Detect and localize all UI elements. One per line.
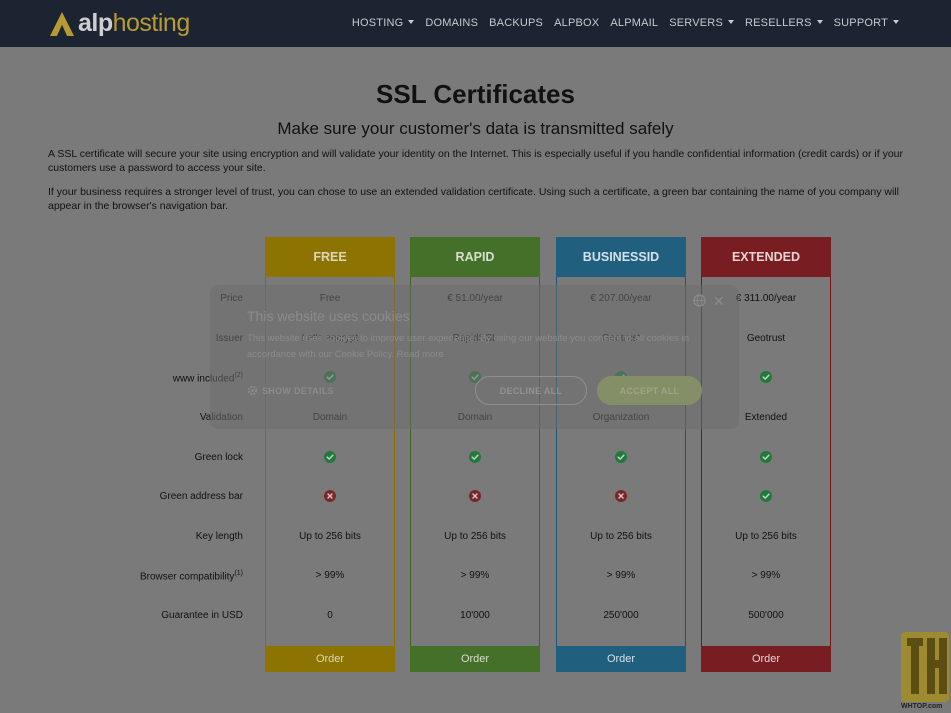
cookie-text: This website uses cookies to improve use… bbox=[247, 331, 697, 363]
cookie-banner: This website uses cookies This website u… bbox=[210, 285, 739, 429]
nav-item-hosting[interactable]: HOSTING bbox=[352, 17, 415, 29]
cookie-title: This website uses cookies bbox=[247, 308, 410, 324]
row-label-text: Guarantee in USD bbox=[161, 610, 243, 621]
badge-text: WHTOP.com bbox=[901, 703, 943, 710]
check-icon bbox=[760, 451, 772, 463]
caret-down-icon bbox=[408, 20, 415, 24]
row-label: Green address bar bbox=[160, 491, 243, 502]
show-details-label: SHOW DETAILS bbox=[262, 385, 334, 396]
language-globe-icon[interactable] bbox=[693, 294, 706, 307]
nav-item-label: RESELLERS bbox=[745, 17, 812, 29]
table-cell-icon bbox=[410, 451, 540, 466]
logo-mark-icon bbox=[50, 11, 74, 36]
show-details-button[interactable]: SHOW DETAILS bbox=[247, 385, 334, 396]
logo-text: alphosting bbox=[78, 9, 190, 38]
logo[interactable]: alphosting bbox=[48, 9, 190, 38]
nav-item-servers[interactable]: SERVERS bbox=[669, 17, 734, 29]
page-title: SSL Certificates bbox=[376, 79, 575, 109]
plan-name: BUSINESSID bbox=[556, 237, 686, 277]
table-cell: 10'000 bbox=[460, 610, 490, 621]
nav-item-backups[interactable]: BACKUPS bbox=[489, 17, 543, 29]
row-label: Green lock bbox=[195, 452, 243, 463]
table-cell-icon bbox=[410, 490, 540, 505]
check-icon bbox=[615, 451, 627, 463]
whtop-badge-icon bbox=[901, 632, 949, 702]
nav-item-label: SUPPORT bbox=[833, 17, 888, 29]
nav-item-label: DOMAINS bbox=[425, 17, 479, 29]
nav-item-label: BACKUPS bbox=[489, 17, 544, 29]
close-icon[interactable]: ✕ bbox=[713, 293, 725, 310]
accept-all-button[interactable]: ACCEPT ALL bbox=[597, 376, 702, 405]
table-cell: Up to 256 bits bbox=[590, 531, 652, 542]
table-cell: 0 bbox=[327, 610, 333, 621]
intro-paragraph-2: If your business requires a stronger lev… bbox=[48, 186, 899, 212]
plan-name: FREE bbox=[265, 237, 395, 277]
top-navbar: alphosting HOSTING DOMAINS BACKUPS ALPBOX AL… bbox=[0, 0, 951, 47]
logo-secondary-text: hosting bbox=[112, 9, 191, 37]
check-icon bbox=[760, 371, 772, 383]
table-cell: Up to 256 bits bbox=[444, 531, 506, 542]
cookie-message: This website uses cookies to improve use… bbox=[247, 333, 689, 360]
table-cell: Up to 256 bits bbox=[735, 531, 797, 542]
nav-item-label: HOSTING bbox=[351, 17, 404, 29]
row-label-text: Green address bar bbox=[159, 491, 243, 502]
row-label-text: Browser compatibility bbox=[139, 571, 235, 583]
cross-icon bbox=[615, 490, 627, 502]
intro-paragraph-1: A SSL certificate will secure your site … bbox=[48, 148, 904, 174]
row-label: Browser compatibility(1) bbox=[140, 570, 243, 582]
nav-item-support[interactable]: SUPPORT bbox=[834, 17, 899, 29]
gear-icon bbox=[247, 385, 258, 396]
nav-item-label: ALPMAIL bbox=[610, 17, 659, 29]
nav-item-resellers[interactable]: RESELLERS bbox=[745, 17, 823, 29]
nav-item-label: ALPBOX bbox=[554, 17, 600, 29]
plan-name: EXTENDED bbox=[701, 237, 831, 277]
order-button[interactable]: Order bbox=[265, 646, 395, 672]
cross-icon bbox=[469, 490, 481, 502]
page-subtitle: Make sure your customer's data is transm… bbox=[277, 119, 674, 138]
table-cell-icon bbox=[556, 451, 686, 466]
table-cell-icon bbox=[701, 490, 831, 505]
check-icon bbox=[469, 451, 481, 463]
main-nav: HOSTING DOMAINS BACKUPS ALPBOX ALPMAIL SERVER… bbox=[352, 17, 899, 29]
row-label-text: Green lock bbox=[194, 452, 243, 463]
table-cell-icon bbox=[556, 490, 686, 505]
table-cell: Up to 256 bits bbox=[299, 531, 361, 542]
nav-item-alpbox[interactable]: ALPBOX bbox=[554, 17, 599, 29]
table-cell: > 99% bbox=[606, 570, 636, 581]
caret-down-icon bbox=[816, 20, 823, 24]
logo-primary-text: alp bbox=[78, 9, 113, 37]
caret-down-icon bbox=[893, 20, 899, 24]
cross-icon bbox=[324, 490, 336, 502]
check-icon bbox=[760, 490, 772, 502]
row-label: Guarantee in USD bbox=[161, 610, 243, 621]
table-cell-icon bbox=[265, 451, 395, 466]
table-cell-icon bbox=[701, 451, 831, 466]
order-button[interactable]: Order bbox=[556, 646, 686, 672]
nav-item-domains[interactable]: DOMAINS bbox=[425, 17, 478, 29]
check-icon bbox=[324, 451, 336, 463]
row-label: Key length bbox=[196, 531, 243, 542]
footnote-marker: (1) bbox=[234, 570, 243, 577]
nav-item-alpmail[interactable]: ALPMAIL bbox=[610, 17, 658, 29]
caret-down-icon bbox=[728, 20, 734, 24]
table-cell: > 99% bbox=[460, 570, 490, 581]
table-cell-icon bbox=[265, 490, 395, 505]
order-button[interactable]: Order bbox=[701, 646, 831, 672]
order-button[interactable]: Order bbox=[410, 646, 540, 672]
plan-name: RAPID bbox=[410, 237, 540, 277]
decline-all-button[interactable]: DECLINE ALL bbox=[475, 376, 587, 405]
table-cell: > 99% bbox=[315, 570, 345, 581]
row-label-text: Key length bbox=[195, 531, 243, 542]
table-cell: 500'000 bbox=[748, 610, 784, 621]
read-more-link[interactable]: Read more bbox=[397, 349, 444, 360]
nav-item-label: SERVERS bbox=[669, 17, 723, 29]
table-cell: > 99% bbox=[751, 570, 781, 581]
table-cell: 250'000 bbox=[603, 610, 639, 621]
